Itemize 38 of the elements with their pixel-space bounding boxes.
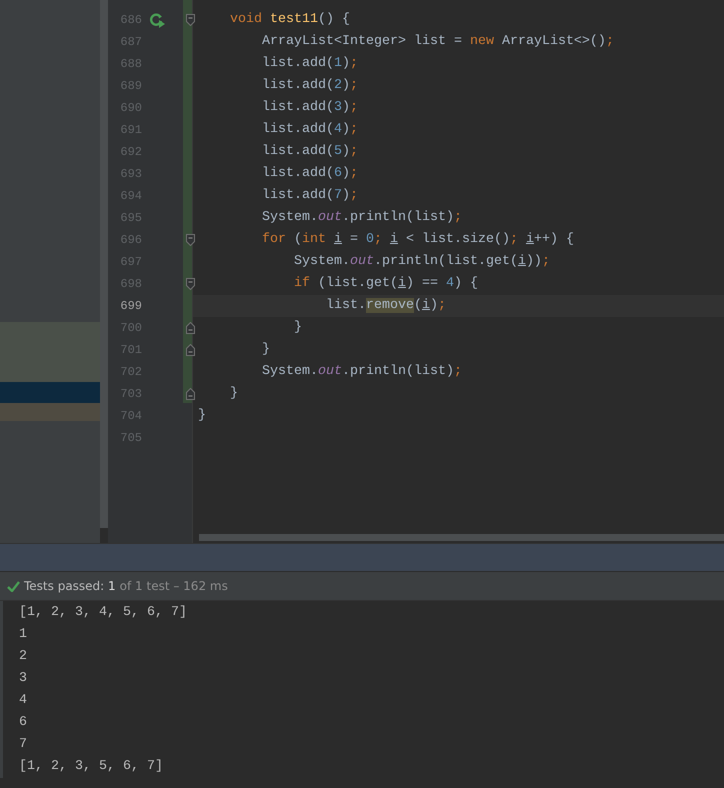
console-line: 1: [19, 626, 28, 644]
code-line: list.add(6);: [260, 165, 359, 183]
code-line: list.add(1);: [260, 55, 359, 73]
status-summary: Tests passed: 1: [24, 579, 116, 593]
run-icon[interactable]: [150, 12, 166, 28]
console-line: 7: [19, 736, 28, 754]
scrollbar[interactable]: [100, 0, 108, 528]
code-line: for (int i = 0; i < list.size(); i++) {: [260, 231, 575, 249]
console-line: 4: [19, 692, 28, 710]
code-line: }: [260, 341, 271, 359]
code-line: System.out.println(list.get(i));: [292, 253, 551, 271]
scrollbar[interactable]: [199, 534, 724, 541]
fold-icon[interactable]: [186, 278, 195, 290]
fold-icon[interactable]: [186, 344, 195, 356]
code-line: list.add(7);: [260, 187, 359, 205]
console-line: [1, 2, 3, 5, 6, 7]: [19, 758, 164, 776]
code-line: void test11() {: [228, 11, 351, 29]
code-line: list.add(3);: [260, 99, 359, 117]
line-number: 699: [119, 299, 142, 313]
console-line: 6: [19, 714, 28, 732]
code-line: }: [228, 385, 239, 403]
fold-icon[interactable]: [186, 322, 195, 334]
fold-icon[interactable]: [186, 14, 195, 26]
code-line: System.out.println(list);: [260, 209, 463, 227]
status-detail: of 1 test – 162 ms: [120, 579, 228, 593]
code-line: list.add(4);: [260, 121, 359, 139]
fold-icon[interactable]: [186, 388, 195, 400]
code-line: list.add(2);: [260, 77, 359, 95]
code-line: }: [292, 319, 303, 337]
fold-icon[interactable]: [186, 234, 195, 246]
code-line: System.out.println(list);: [260, 363, 463, 381]
code-line: ArrayList<Integer> list = new ArrayList<>();: [260, 33, 615, 51]
console-line: 3: [19, 670, 28, 688]
console-line: 2: [19, 648, 28, 666]
code-line: if (list.get(i) == 4) {: [292, 275, 479, 293]
console-line: [1, 2, 3, 4, 5, 6, 7]: [19, 604, 188, 622]
code-line: list.add(5);: [260, 143, 359, 161]
code-line: }: [197, 407, 207, 425]
